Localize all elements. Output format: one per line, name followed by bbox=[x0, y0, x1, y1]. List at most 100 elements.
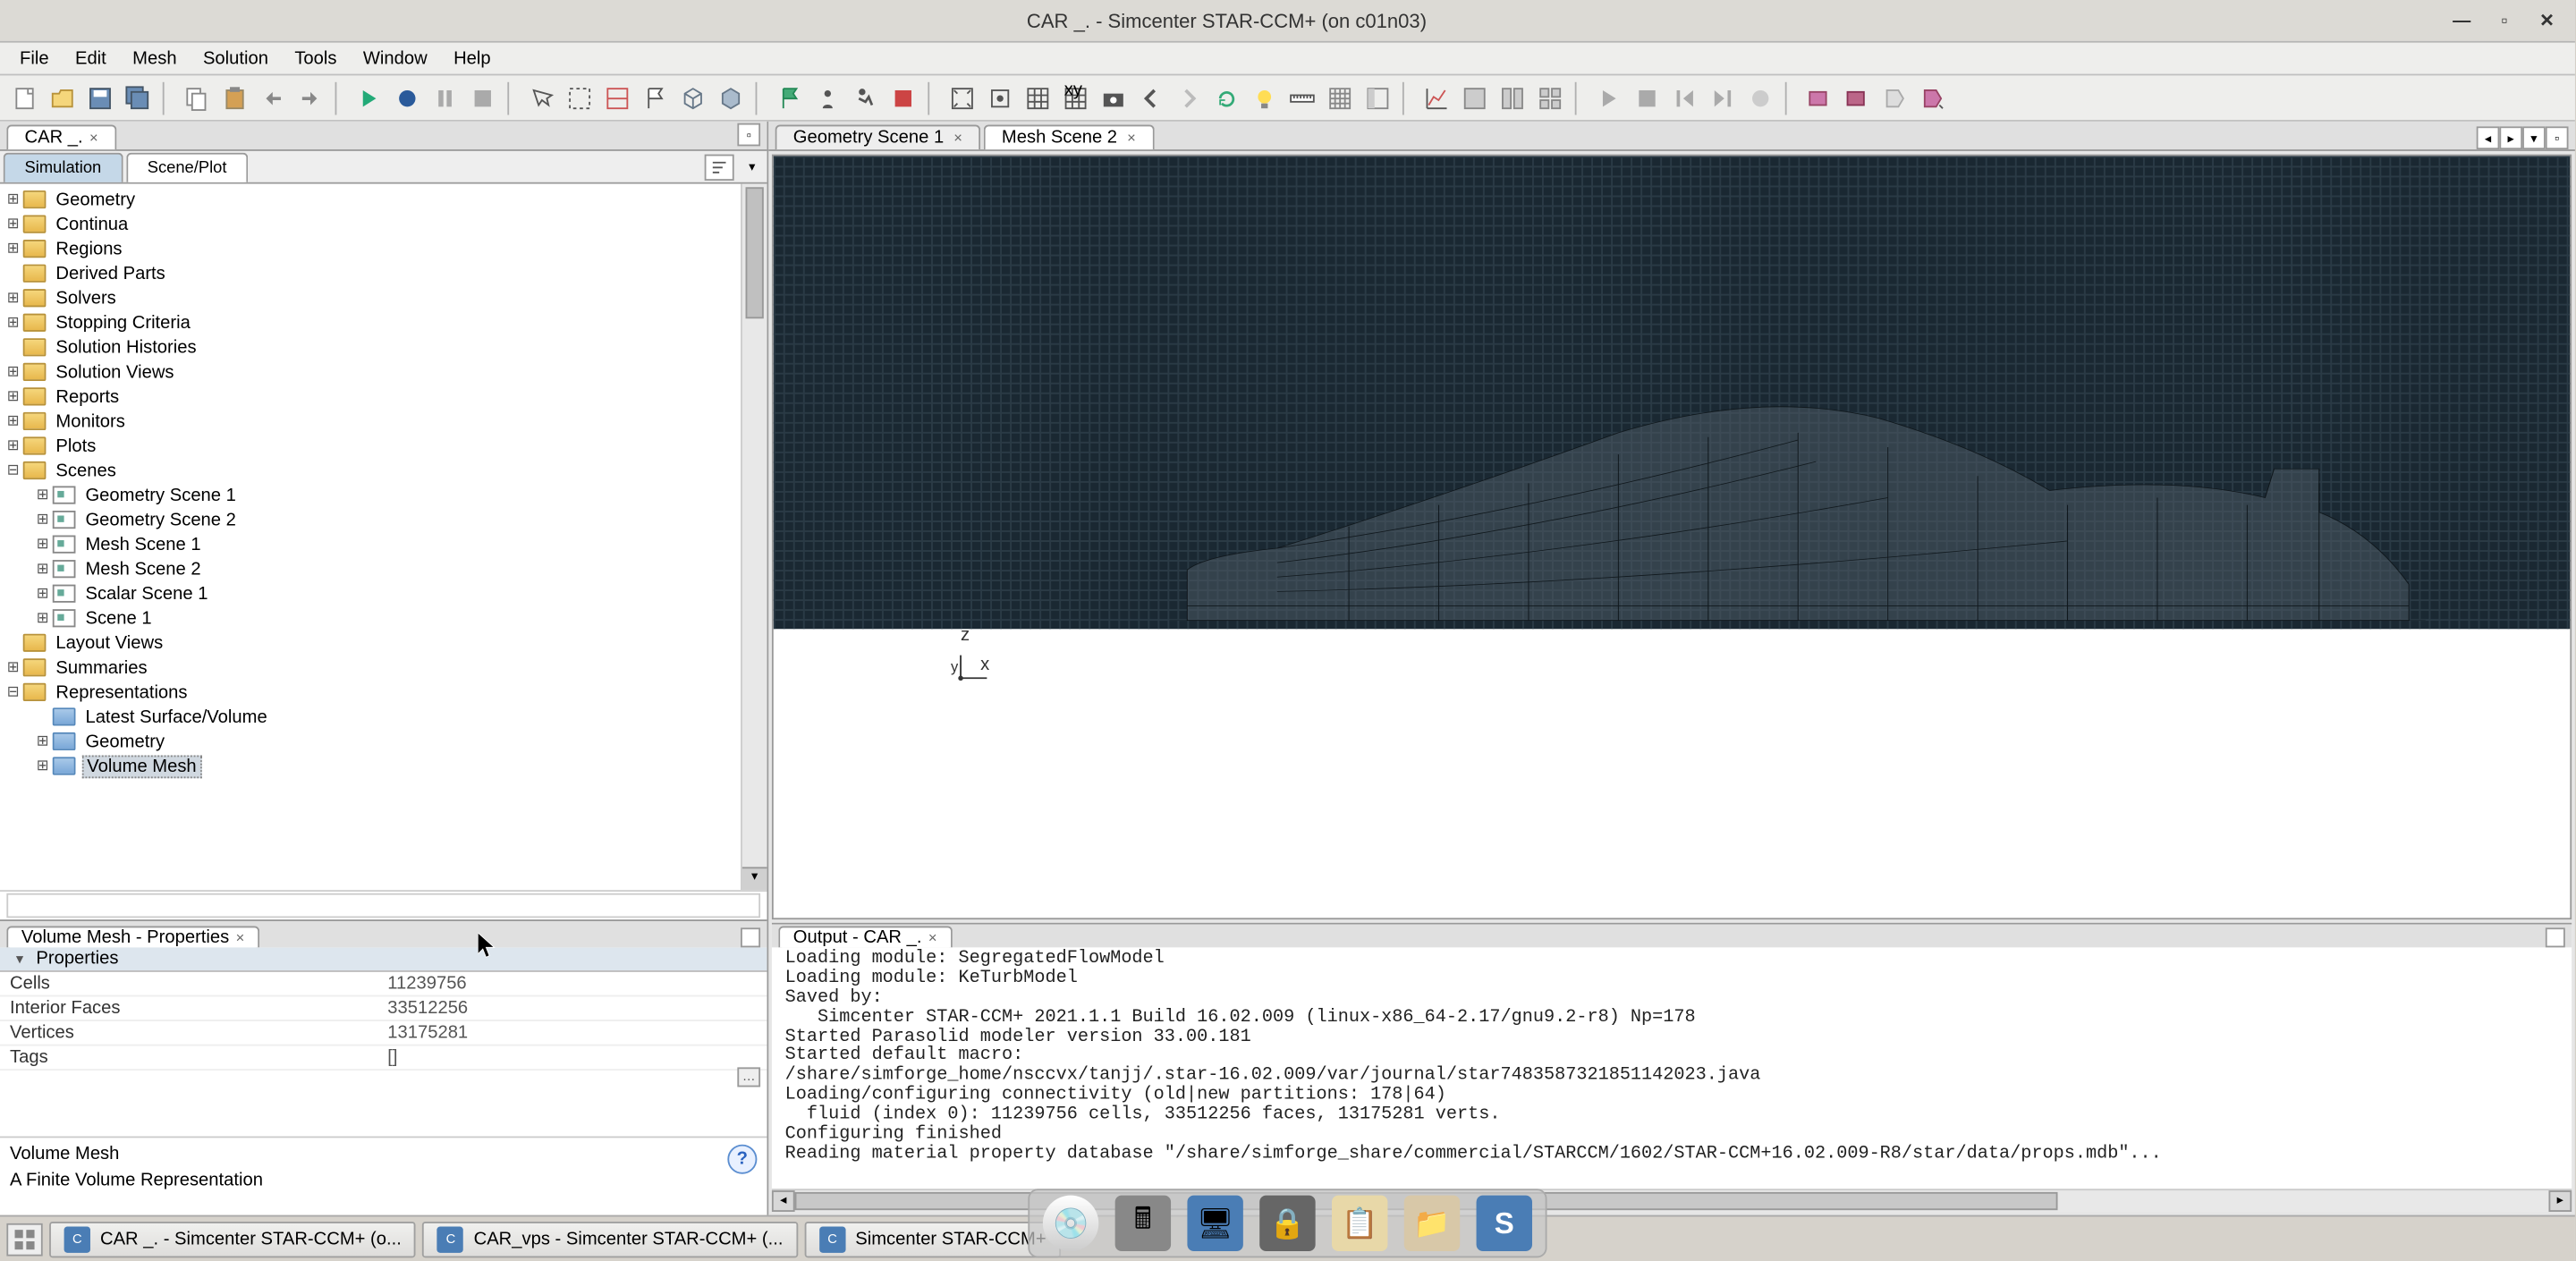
stepfwd-icon[interactable] bbox=[1705, 80, 1741, 115]
ruler-icon[interactable] bbox=[1284, 80, 1320, 115]
property-row[interactable]: Cells11239756 bbox=[0, 972, 767, 997]
property-row[interactable]: Tags[]… bbox=[0, 1046, 767, 1071]
scroll-left-icon[interactable]: ◂ bbox=[772, 1190, 795, 1212]
tree-item[interactable]: Solution Histories bbox=[0, 335, 767, 360]
expand-icon[interactable]: ⊞ bbox=[4, 436, 23, 454]
menu-edit[interactable]: Edit bbox=[62, 45, 119, 71]
pause-icon[interactable] bbox=[427, 80, 462, 115]
copy-icon[interactable] bbox=[179, 80, 215, 115]
stop2-icon[interactable] bbox=[1629, 80, 1665, 115]
output-tab-close-icon[interactable]: × bbox=[928, 929, 937, 945]
menu-mesh[interactable]: Mesh bbox=[119, 45, 190, 71]
tree-item[interactable]: Derived Parts bbox=[0, 261, 767, 286]
menu-help[interactable]: Help bbox=[440, 45, 504, 71]
grid-on-icon[interactable] bbox=[1322, 80, 1358, 115]
tag3-icon[interactable] bbox=[1877, 80, 1913, 115]
expand-icon[interactable]: ⊞ bbox=[33, 732, 53, 750]
scene-nav-max-icon[interactable]: ▫ bbox=[2546, 126, 2569, 149]
property-edit-button[interactable]: … bbox=[737, 1067, 760, 1087]
dock-calc-icon[interactable]: 🖩 bbox=[1115, 1196, 1171, 1251]
expand-icon[interactable]: ⊞ bbox=[4, 190, 23, 208]
play2-icon[interactable] bbox=[1591, 80, 1627, 115]
expand-icon[interactable]: ⊞ bbox=[4, 289, 23, 307]
zone-icon[interactable] bbox=[599, 80, 635, 115]
expand-icon[interactable]: ⊞ bbox=[4, 387, 23, 405]
tree-item[interactable]: ⊞Mesh Scene 1 bbox=[0, 532, 767, 557]
tree-item[interactable]: ⊞Geometry bbox=[0, 729, 767, 754]
initialize-icon[interactable] bbox=[352, 80, 387, 115]
tree-item[interactable]: Layout Views bbox=[0, 630, 767, 656]
layout1-icon[interactable] bbox=[1457, 80, 1493, 115]
task-item[interactable]: CCAR_vps - Simcenter STAR-CCM+ (... bbox=[423, 1221, 798, 1257]
expand-icon[interactable]: ⊞ bbox=[4, 314, 23, 332]
sort-button[interactable] bbox=[705, 154, 734, 180]
expand-icon[interactable]: ⊞ bbox=[33, 536, 53, 554]
expand-icon[interactable]: ⊞ bbox=[33, 609, 53, 627]
tag-drop-icon[interactable] bbox=[1915, 80, 1951, 115]
expand-icon[interactable]: ⊞ bbox=[33, 560, 53, 578]
tree-item[interactable]: ⊞Scalar Scene 1 bbox=[0, 581, 767, 606]
expand-icon[interactable]: ⊞ bbox=[4, 240, 23, 258]
run-person-icon[interactable] bbox=[847, 80, 883, 115]
tree-scrollbar[interactable]: ▾ bbox=[741, 184, 767, 890]
dock-lock-icon[interactable]: 🔒 bbox=[1259, 1196, 1315, 1251]
menu-tools[interactable]: Tools bbox=[282, 45, 351, 71]
expand-icon[interactable]: ⊞ bbox=[4, 216, 23, 233]
face-icon[interactable] bbox=[713, 80, 749, 115]
panel-icon[interactable] bbox=[1360, 80, 1395, 115]
forward-icon[interactable] bbox=[1171, 80, 1207, 115]
dock-disc-icon[interactable]: 💿 bbox=[1043, 1196, 1098, 1251]
properties-section-header[interactable]: ▾ Properties bbox=[0, 947, 767, 972]
dock-folder-icon[interactable]: 📁 bbox=[1404, 1196, 1460, 1251]
close-button[interactable]: ✕ bbox=[2529, 5, 2564, 35]
person-icon[interactable] bbox=[809, 80, 845, 115]
tree-item[interactable]: ⊞Continua bbox=[0, 212, 767, 237]
redo-icon[interactable] bbox=[292, 80, 328, 115]
tree-item[interactable]: ⊞Geometry bbox=[0, 187, 767, 212]
rubberband-icon[interactable] bbox=[562, 80, 597, 115]
output-tab[interactable]: Output - CAR _. × bbox=[778, 927, 952, 948]
tree-item[interactable]: ⊞Solution Views bbox=[0, 360, 767, 385]
scene-tab-geometry1[interactable]: Geometry Scene 1 × bbox=[775, 125, 980, 150]
dock-s-icon[interactable]: S bbox=[1477, 1196, 1532, 1251]
flag-green-icon[interactable] bbox=[772, 80, 808, 115]
scene-nav-drop-icon[interactable]: ▾ bbox=[2522, 126, 2546, 149]
tree-item[interactable]: ⊞Scene 1 bbox=[0, 605, 767, 630]
tree-item[interactable]: ⊞Mesh Scene 2 bbox=[0, 556, 767, 581]
bulb-icon[interactable] bbox=[1247, 80, 1283, 115]
tree-item[interactable]: ⊞Summaries bbox=[0, 656, 767, 681]
menu-window[interactable]: Window bbox=[350, 45, 440, 71]
tree-item[interactable]: ⊟Scenes bbox=[0, 458, 767, 483]
dock-monitor-icon[interactable]: 🖥 bbox=[1187, 1196, 1242, 1251]
help-icon[interactable]: ? bbox=[727, 1145, 757, 1174]
tag1-icon[interactable] bbox=[1801, 80, 1837, 115]
scene-tab-close[interactable]: × bbox=[953, 130, 962, 146]
save-icon[interactable] bbox=[82, 80, 118, 115]
expand-icon[interactable]: ⊞ bbox=[4, 412, 23, 430]
scroll-right-icon[interactable]: ▸ bbox=[2548, 1190, 2572, 1212]
flag-icon[interactable] bbox=[637, 80, 673, 115]
expand-icon[interactable]: ⊞ bbox=[4, 363, 23, 381]
back-icon[interactable] bbox=[1133, 80, 1169, 115]
expand-icon[interactable]: ⊟ bbox=[4, 683, 23, 701]
cube-icon[interactable] bbox=[675, 80, 711, 115]
tree-item[interactable]: ⊟Representations bbox=[0, 680, 767, 705]
run-icon[interactable] bbox=[389, 80, 425, 115]
paste-icon[interactable] bbox=[216, 80, 252, 115]
refresh-icon[interactable] bbox=[1208, 80, 1244, 115]
properties-tab-close-icon[interactable]: × bbox=[236, 929, 245, 945]
camera-icon[interactable] bbox=[1096, 80, 1131, 115]
tree-item[interactable]: ⊞Regions bbox=[0, 236, 767, 261]
sort-drop-button[interactable]: ▾ bbox=[741, 154, 764, 180]
tab-simulation[interactable]: Simulation bbox=[4, 152, 123, 182]
tree-item[interactable]: ⊞Reports bbox=[0, 385, 767, 410]
record-icon[interactable] bbox=[1742, 80, 1778, 115]
stop-red-icon[interactable] bbox=[886, 80, 921, 115]
tree-item[interactable]: ⊞Geometry Scene 1 bbox=[0, 483, 767, 508]
viewport[interactable]: z y x bbox=[772, 155, 2572, 920]
filter-input[interactable] bbox=[6, 893, 760, 918]
scroll-thumb[interactable] bbox=[746, 187, 764, 318]
tree-item[interactable]: ⊞Geometry Scene 2 bbox=[0, 507, 767, 532]
layout4-icon[interactable] bbox=[1532, 80, 1568, 115]
properties-tab[interactable]: Volume Mesh - Properties × bbox=[6, 927, 258, 948]
